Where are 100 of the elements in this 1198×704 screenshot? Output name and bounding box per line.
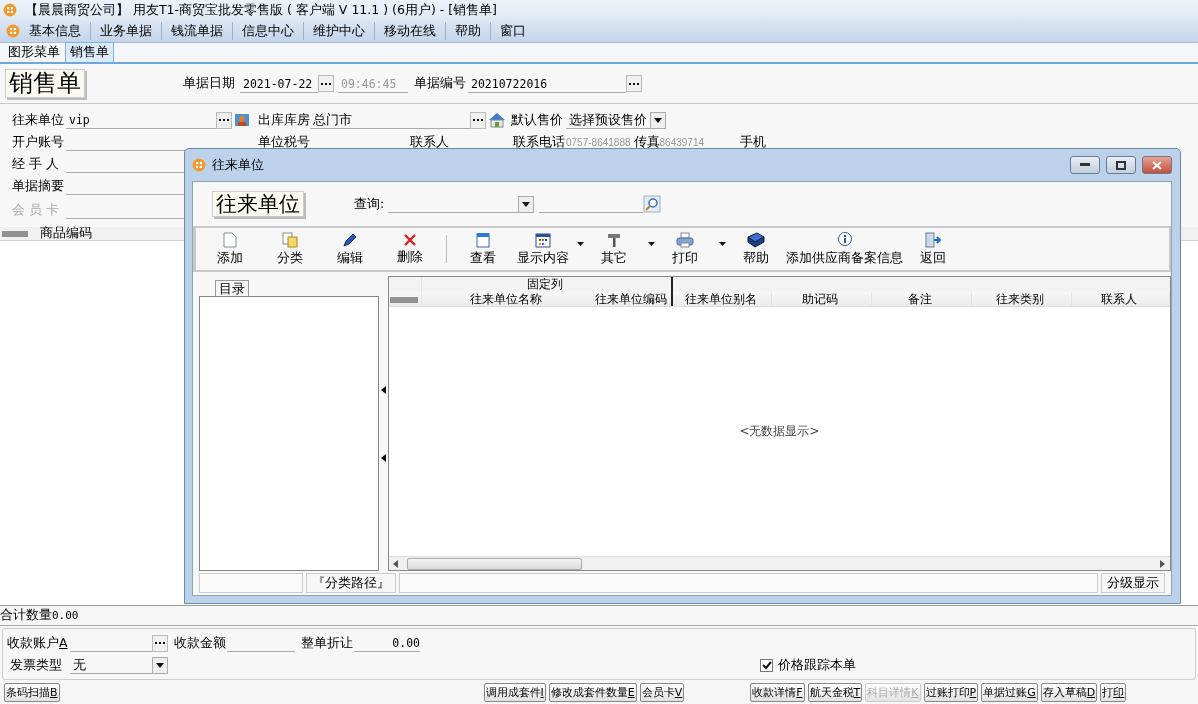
field-label: 手机 bbox=[739, 133, 766, 151]
empty-message: <无数据显示> bbox=[739, 423, 820, 440]
form-button[interactable]: 过账打印P bbox=[923, 682, 979, 702]
dropdown-button[interactable] bbox=[518, 195, 535, 213]
column-header[interactable]: 助记码 bbox=[772, 292, 872, 306]
tree-tab[interactable]: 目录 bbox=[215, 280, 249, 296]
toolbar-button[interactable]: 返回 bbox=[903, 229, 963, 269]
tab[interactable]: 图形菜单 bbox=[3, 42, 65, 62]
menu-item[interactable]: 维护中心 bbox=[304, 22, 375, 40]
warehouse-field[interactable]: 总门市 bbox=[310, 111, 470, 129]
search-icon[interactable] bbox=[643, 195, 662, 213]
collapse-arrow-icon[interactable] bbox=[380, 385, 387, 394]
menu-item[interactable]: 信息中心 bbox=[233, 22, 304, 40]
form-button[interactable]: 修改成套件数量E bbox=[548, 682, 637, 702]
dropdown-button[interactable] bbox=[152, 656, 168, 674]
toolbar-button[interactable]: 打印 bbox=[655, 229, 715, 269]
person-card-icon[interactable] bbox=[234, 112, 250, 128]
house-icon[interactable] bbox=[488, 112, 506, 128]
minimize-button[interactable] bbox=[1070, 156, 1100, 174]
caret-icon bbox=[654, 117, 662, 123]
ellipsis-icon bbox=[321, 82, 331, 85]
more-button[interactable] bbox=[152, 634, 168, 652]
collapse-arrow-icon[interactable] bbox=[380, 453, 387, 462]
menu-item[interactable]: 基本信息 bbox=[20, 22, 91, 40]
level-display-button[interactable]: 分级显示 bbox=[1101, 573, 1165, 593]
column-header[interactable]: 备注 bbox=[872, 292, 972, 306]
delete-icon bbox=[403, 232, 417, 247]
form-button[interactable]: 调用成套件I bbox=[483, 682, 546, 702]
menu-item[interactable]: 窗口 bbox=[491, 22, 535, 40]
calendar-icon bbox=[535, 231, 551, 248]
hammer-icon bbox=[606, 231, 622, 248]
form-button[interactable]: 会员卡V bbox=[639, 682, 685, 702]
more-button[interactable] bbox=[470, 111, 486, 129]
form-button[interactable]: 打印 bbox=[1100, 682, 1127, 702]
column-header[interactable]: 往来单位名称 bbox=[422, 292, 594, 306]
more-button[interactable] bbox=[216, 111, 232, 129]
toolbar-button[interactable]: 编辑 bbox=[320, 229, 380, 269]
form-button[interactable]: 条码扫描B bbox=[4, 682, 60, 702]
close-icon bbox=[1152, 160, 1162, 170]
number-field[interactable]: 20210722016 bbox=[468, 74, 626, 93]
form-button[interactable]: 航天金税T bbox=[807, 682, 863, 702]
dialog-heading: 往来单位 bbox=[212, 190, 304, 218]
toolbar-button[interactable]: 显示内容 bbox=[513, 229, 573, 269]
toolbar-button[interactable]: 添加供应商备案信息 bbox=[786, 229, 903, 269]
column-header[interactable]: 往来类别 bbox=[972, 292, 1072, 306]
total-value: 0.00 bbox=[52, 609, 79, 622]
app-logo-icon bbox=[3, 3, 17, 17]
more-button[interactable] bbox=[318, 75, 334, 92]
field-label: 开户账号 bbox=[12, 133, 65, 151]
field-label: 单据摘要 bbox=[12, 177, 65, 195]
menu-item[interactable]: 钱流单据 bbox=[162, 22, 233, 40]
form-button[interactable]: 单据过账G bbox=[981, 682, 1038, 702]
fax-value: 86439714 bbox=[659, 136, 705, 148]
row-selector-icon bbox=[0, 230, 30, 237]
category-path-button[interactable]: 『分类路径』 bbox=[306, 573, 396, 593]
info-icon bbox=[836, 231, 853, 248]
maximize-button[interactable] bbox=[1106, 156, 1136, 174]
window-title: 【晨晨商贸公司】 用友T1-商贸宝批发零售版 ( 客户端 V 11.1 ) (6用户) - [销售单] bbox=[25, 1, 497, 19]
toolbar-button[interactable]: 分类 bbox=[260, 229, 320, 269]
column-header[interactable]: 往来单位别名 bbox=[673, 292, 772, 306]
menu-item[interactable]: 帮助 bbox=[446, 22, 491, 40]
menu-item[interactable]: 业务单据 bbox=[91, 22, 162, 40]
form-button[interactable]: 收款详情F bbox=[750, 682, 805, 702]
column-header[interactable]: 往来单位编码 bbox=[594, 292, 673, 306]
checkbox-label: 价格跟踪本单 bbox=[778, 656, 856, 674]
app-logo-icon bbox=[6, 24, 20, 38]
field-label: 单据编号 bbox=[414, 75, 466, 92]
field-label: 往来单位 bbox=[12, 111, 65, 129]
notepad-icon bbox=[475, 231, 491, 248]
toolbar-button[interactable]: 添加 bbox=[200, 229, 260, 269]
query-label: 查询: bbox=[354, 195, 385, 213]
field-label: 出库库房 bbox=[258, 111, 310, 129]
field-label: 发票类型 bbox=[10, 656, 63, 674]
close-button[interactable] bbox=[1142, 156, 1172, 174]
caret-icon bbox=[156, 662, 164, 668]
form-button[interactable]: 存入草稿D bbox=[1040, 682, 1098, 702]
scroll-right-icon[interactable] bbox=[1160, 559, 1166, 568]
dropdown-button[interactable] bbox=[650, 111, 666, 129]
toolbar-button[interactable]: 帮助 bbox=[726, 229, 786, 269]
field-label: 会 员 卡 bbox=[12, 201, 60, 219]
field-label: 收款账户A bbox=[7, 634, 69, 652]
discount-field[interactable]: 0.00 bbox=[354, 634, 420, 652]
more-button[interactable] bbox=[626, 75, 642, 92]
column-header[interactable]: 联系人 bbox=[1072, 292, 1170, 306]
printer-icon bbox=[676, 231, 694, 248]
exit-door-icon bbox=[925, 231, 941, 248]
toolbar-button[interactable]: 查看 bbox=[453, 229, 513, 269]
total-label: 合计数量 bbox=[0, 607, 52, 624]
horizontal-scrollbar[interactable] bbox=[389, 556, 1170, 570]
app-logo-icon bbox=[192, 158, 206, 172]
scroll-left-icon[interactable] bbox=[393, 559, 399, 568]
field-label: 联系人 bbox=[410, 133, 450, 151]
partner-field[interactable]: vip bbox=[66, 111, 216, 129]
tab[interactable]: 销售单 bbox=[65, 42, 114, 62]
toolbar-button[interactable]: 其它 bbox=[584, 229, 644, 269]
menu-item[interactable]: 移动在线 bbox=[375, 22, 446, 40]
field-label: 默认售价 bbox=[511, 111, 564, 129]
minimize-icon bbox=[1080, 163, 1090, 167]
checkbox[interactable] bbox=[760, 658, 773, 672]
toolbar-button[interactable]: 删除 bbox=[380, 229, 440, 269]
